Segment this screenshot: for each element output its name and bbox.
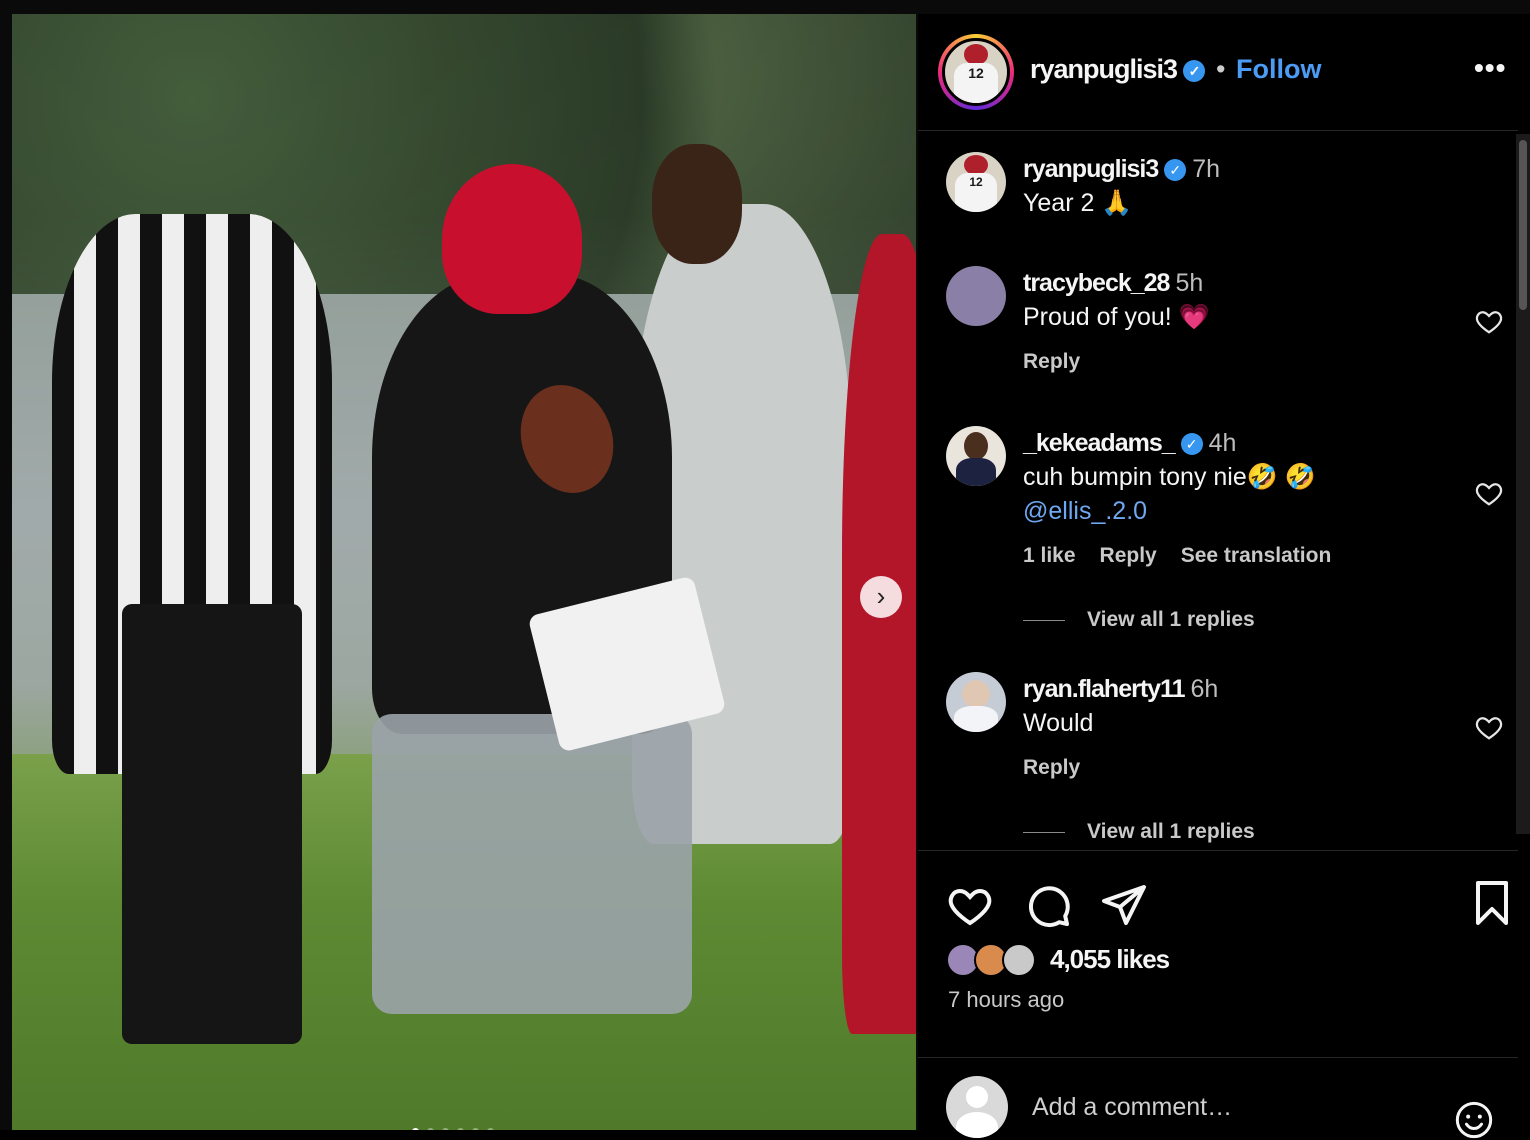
- separator: •: [1216, 54, 1226, 84]
- quarterback-legs: [372, 714, 692, 1014]
- scrollbar-thumb[interactable]: [1519, 140, 1527, 310]
- view-replies-label: View all 1 replies: [1087, 820, 1255, 843]
- comment-time: 5h: [1175, 269, 1204, 297]
- player-figure-right: [842, 234, 916, 1034]
- referee-legs: [122, 604, 302, 1044]
- comment-text: Would: [1023, 709, 1094, 737]
- comment-actions: 1 like Reply See translation: [1023, 544, 1331, 568]
- avatar[interactable]: 12: [946, 152, 1006, 212]
- divider: [1023, 619, 1065, 621]
- reply-button[interactable]: Reply: [1023, 756, 1080, 780]
- comment-text: Proud of you! 💗: [1023, 303, 1210, 331]
- comment-actions: Reply: [1023, 756, 1080, 780]
- heart-icon[interactable]: [1474, 306, 1504, 336]
- comment-time: 7h: [1192, 155, 1221, 183]
- comment-username[interactable]: tracybeck_28: [1023, 269, 1170, 297]
- verified-icon: ✓: [1183, 59, 1206, 82]
- heart-icon[interactable]: [946, 881, 994, 929]
- view-replies-button[interactable]: View all 1 replies: [1023, 608, 1255, 632]
- post-time: 7 hours ago: [948, 987, 1065, 1012]
- comment-time: 4h: [1208, 429, 1237, 457]
- comments-scrollbar[interactable]: [1516, 134, 1530, 834]
- coach-head: [652, 144, 742, 264]
- view-replies-button[interactable]: View all 1 replies: [1023, 820, 1255, 844]
- comment-username[interactable]: _kekeadams_: [1023, 429, 1176, 457]
- verified-icon: ✓: [1164, 159, 1187, 182]
- comment-mention[interactable]: @ellis_.2.0: [1023, 494, 1443, 528]
- post-image[interactable]: ›: [12, 14, 916, 1130]
- avatar[interactable]: 12: [942, 38, 1010, 106]
- post-footer: 4,055 likes 7 hours ago: [918, 850, 1518, 1139]
- comment-text: cuh bumpin tony nie🤣 🤣: [1023, 463, 1316, 491]
- avatar: [946, 1076, 1008, 1138]
- post-header: 12 ryanpuglisi3 ✓ • Follow •••: [918, 14, 1518, 131]
- comment-text: Year 2 🙏: [1023, 189, 1133, 217]
- comment-icon[interactable]: [1024, 881, 1072, 929]
- comment-input[interactable]: [1030, 1086, 1434, 1128]
- heart-icon[interactable]: [1474, 712, 1504, 742]
- avatar[interactable]: [946, 672, 1006, 732]
- emoji-icon[interactable]: [1454, 1100, 1494, 1140]
- follow-button[interactable]: Follow: [1236, 54, 1321, 85]
- more-icon[interactable]: •••: [1474, 52, 1506, 84]
- comment-username[interactable]: ryan.flaherty11: [1023, 675, 1185, 703]
- chevron-right-icon[interactable]: ›: [860, 576, 902, 618]
- divider: [1023, 831, 1065, 833]
- likes-count[interactable]: 4,055 likes: [1050, 944, 1170, 975]
- bookmark-icon[interactable]: [1470, 879, 1514, 927]
- share-icon[interactable]: [1100, 881, 1148, 929]
- reply-button[interactable]: Reply: [1023, 350, 1080, 374]
- quarterback-helmet: [442, 164, 582, 314]
- see-translation-button[interactable]: See translation: [1181, 544, 1332, 568]
- comment-username[interactable]: ryanpuglisi3: [1023, 155, 1159, 183]
- comment-actions: Reply: [1023, 350, 1080, 374]
- comment-time: 6h: [1190, 675, 1219, 703]
- avatar[interactable]: [946, 266, 1006, 326]
- author-username[interactable]: ryanpuglisi3 ✓: [1030, 54, 1206, 85]
- liker-avatar[interactable]: [1002, 943, 1036, 977]
- story-ring[interactable]: 12: [938, 34, 1014, 110]
- avatar[interactable]: [946, 426, 1006, 486]
- reply-button[interactable]: Reply: [1100, 544, 1157, 568]
- post-sidebar: 12 ryanpuglisi3 ✓ • Follow ••• 12 ryanpug…: [918, 14, 1530, 1139]
- add-comment-bar: [918, 1057, 1518, 1139]
- verified-icon: ✓: [1180, 433, 1203, 456]
- like-count[interactable]: 1 like: [1023, 544, 1076, 568]
- heart-icon[interactable]: [1474, 478, 1504, 508]
- comments-list: 12 ryanpuglisi3 ✓ 7h Year 2 🙏 tracybeck_28…: [918, 130, 1518, 850]
- view-replies-label: View all 1 replies: [1087, 608, 1255, 631]
